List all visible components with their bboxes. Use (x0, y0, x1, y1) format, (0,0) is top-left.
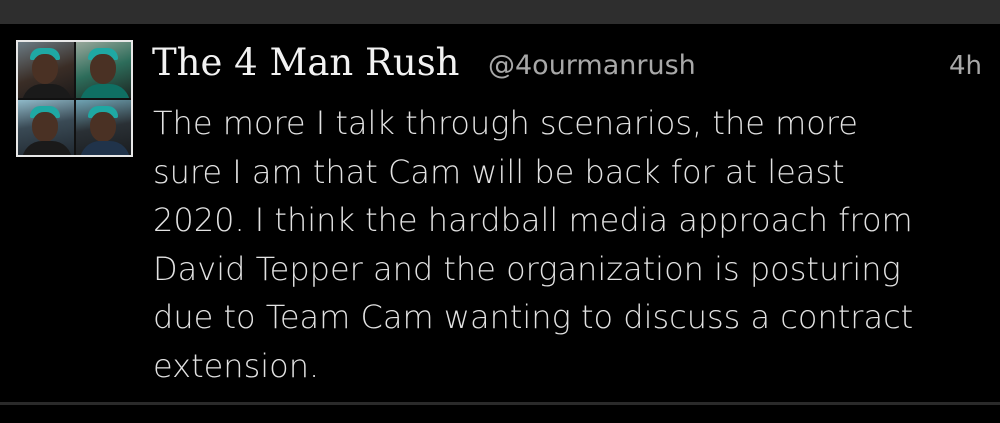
head-shape (89, 54, 116, 84)
timestamp: 4h (948, 51, 982, 81)
avatar-photo-tile (18, 42, 74, 98)
screen: The 4 Man Rush @4ourmanrush 4h The more … (0, 0, 1000, 423)
tweet-text: The more I talk through scenarios, the m… (153, 104, 914, 385)
author-handle[interactable]: @4ourmanrush (488, 49, 696, 83)
avatar[interactable] (16, 40, 133, 157)
head-shape (89, 111, 116, 142)
avatar-photo-tile (75, 99, 131, 155)
shoulders-shape (79, 141, 130, 155)
shoulders-shape (22, 141, 72, 155)
top-bar (0, 0, 1000, 24)
shoulders-shape (79, 83, 130, 98)
next-item-area (0, 405, 1000, 423)
tweet-card[interactable]: The 4 Man Rush @4ourmanrush 4h The more … (0, 24, 1000, 402)
avatar-photo-tile (75, 42, 131, 98)
avatar-photo-tile (18, 99, 74, 155)
head-shape (32, 111, 58, 142)
shoulders-shape (22, 83, 72, 98)
author-name[interactable]: The 4 Man Rush (152, 41, 460, 85)
head-shape (32, 54, 58, 84)
